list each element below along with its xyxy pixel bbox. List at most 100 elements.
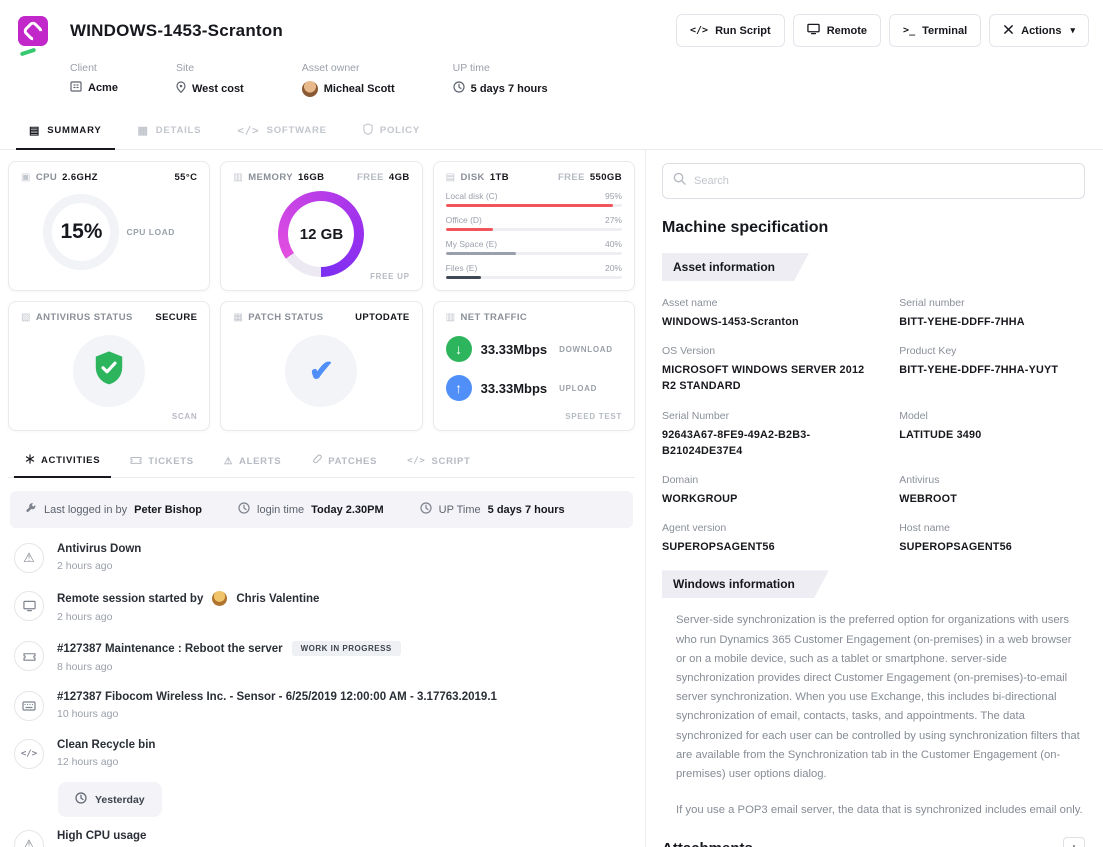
tab-patches[interactable]: PATCHES <box>300 445 388 477</box>
clock-icon <box>420 502 432 517</box>
logged-in-user: Peter Bishop <box>134 504 202 516</box>
field-value: WORKGROUP <box>662 491 881 507</box>
app-logo[interactable] <box>18 14 70 113</box>
download-row: ↓ 33.33Mbps DOWNLOAD <box>446 336 622 362</box>
upload-label: UPLOAD <box>559 384 597 393</box>
drive-row: Files (E) 20% <box>446 263 622 279</box>
windows-information-body: Server-side synchronization is the prefe… <box>662 598 1085 820</box>
terminal-label: Terminal <box>922 25 967 37</box>
spec-field: Serial Number 92643A67-8FE9-49A2-B2B3-B2… <box>662 410 881 459</box>
asset-information-header: Asset information <box>662 253 809 281</box>
code-icon: </> <box>14 739 44 769</box>
owner-avatar <box>302 81 318 97</box>
tab-summary[interactable]: ▤ SUMMARY <box>16 113 115 150</box>
activity-item[interactable]: </> Clean Recycle bin 12 hours ago <box>8 730 635 778</box>
add-attachment-button[interactable]: + <box>1063 837 1085 847</box>
field-label: Asset name <box>662 297 881 309</box>
antivirus-status: SECURE <box>155 312 197 323</box>
drive-row: Local disk (C) 95% <box>446 191 622 207</box>
field-value: WINDOWS-1453-Scranton <box>662 314 881 330</box>
activity-item[interactable]: ⚠ Antivirus Down 2 hours ago <box>8 534 635 582</box>
tab-software[interactable]: </> SOFTWARE <box>224 113 340 149</box>
tab-alerts[interactable]: ⚠ ALERTS <box>213 445 292 477</box>
shield-outline-icon <box>363 123 373 138</box>
client-value[interactable]: Acme <box>88 82 118 94</box>
yesterday-divider[interactable]: Yesterday <box>58 782 162 817</box>
patch-card: ▦ PATCH STATUS UPTODATE ✔ <box>220 301 422 431</box>
terminal-icon: >_ <box>903 25 915 36</box>
tab-details[interactable]: ▦ DETAILS <box>125 113 215 149</box>
shield-check-icon <box>93 350 125 392</box>
tab-tickets[interactable]: TICKETS <box>119 445 205 477</box>
activity-actor: Chris Valentine <box>236 593 319 605</box>
cpu-load-label: CPU LOAD <box>126 227 174 237</box>
activity-title: Antivirus Down <box>57 543 141 555</box>
field-value: MICROSOFT WINDOWS SERVER 2012 R2 STANDAR… <box>662 362 881 394</box>
memory-total: 16GB <box>298 172 324 183</box>
field-label: Serial number <box>899 297 1085 309</box>
field-label: Model <box>899 410 1085 422</box>
meta-uptime: UP time 5 days 7 hours <box>453 62 548 97</box>
remote-button[interactable]: Remote <box>793 14 881 47</box>
session-uptime: UP Time 5 days 7 hours <box>420 502 565 517</box>
ticket-icon <box>130 455 142 468</box>
tab-tickets-label: TICKETS <box>148 456 194 467</box>
free-up-button[interactable]: FREE UP <box>370 272 410 281</box>
clock-icon <box>238 502 250 517</box>
patch-status-circle: ✔ <box>285 335 357 407</box>
keyboard-icon <box>14 691 44 721</box>
activity-item[interactable]: Remote session started by Chris Valentin… <box>8 582 635 632</box>
yesterday-label: Yesterday <box>95 794 145 806</box>
tab-activities[interactable]: ACTIVITIES <box>14 445 111 478</box>
spec-field: Agent version SUPEROPSAGENT56 <box>662 522 881 555</box>
activity-item[interactable]: #127387 Maintenance : Reboot the server … <box>8 632 635 682</box>
speed-test-button[interactable]: SPEED TEST <box>565 412 622 421</box>
activity-title: Remote session started by <box>57 593 203 605</box>
actions-label: Actions <box>1021 25 1061 37</box>
search-icon <box>673 172 686 190</box>
left-column: ▣ CPU 2.6GHZ 55°C 15% CPU LOAD <box>0 150 645 847</box>
alert-triangle-icon: ⚠ <box>224 456 233 467</box>
asset-meta-row: Client Acme Site West cost Asset owner <box>70 62 1089 97</box>
tab-policy[interactable]: POLICY <box>350 113 433 149</box>
run-script-button[interactable]: </> Run Script <box>676 14 785 47</box>
scan-button[interactable]: SCAN <box>172 412 197 421</box>
clock-icon <box>75 792 87 807</box>
cpu-temperature: 55°C <box>175 172 198 183</box>
remote-label: Remote <box>827 25 867 37</box>
meta-client: Client Acme <box>70 62 118 97</box>
terminal-button[interactable]: >_ Terminal <box>889 14 981 47</box>
alert-triangle-icon: ⚠ <box>14 830 44 847</box>
cpu-card: ▣ CPU 2.6GHZ 55°C 15% CPU LOAD <box>8 161 210 291</box>
details-icon: ▦ <box>138 124 149 137</box>
activity-title: #127387 Fibocom Wireless Inc. - Sensor -… <box>57 691 497 703</box>
windows-information-header: Windows information <box>662 570 829 598</box>
tab-script[interactable]: </> SCRIPT <box>396 445 481 477</box>
metric-cards: ▣ CPU 2.6GHZ 55°C 15% CPU LOAD <box>8 161 635 431</box>
memory-card-label: MEMORY <box>248 172 293 183</box>
antivirus-status-circle <box>73 335 145 407</box>
patches-icon <box>311 454 322 468</box>
session-uptime-value: 5 days 7 hours <box>488 504 565 516</box>
activity-item[interactable]: #127387 Fibocom Wireless Inc. - Sensor -… <box>8 682 635 730</box>
spec-search[interactable] <box>662 163 1085 199</box>
field-label: Host name <box>899 522 1085 534</box>
search-input[interactable] <box>694 175 1074 187</box>
field-value: BITT-YEHE-DDFF-7HHA <box>899 314 1085 330</box>
activity-item[interactable]: ⚠ High CPU usage Yesterday, 5 AM <box>8 821 635 847</box>
summary-icon: ▤ <box>29 124 40 137</box>
actions-button[interactable]: Actions ▾ <box>989 14 1089 47</box>
drive-percent: 40% <box>605 239 622 249</box>
cpu-icon: ▣ <box>21 172 31 183</box>
field-label: Product Key <box>899 345 1085 357</box>
disk-card-label: DISK <box>461 172 485 183</box>
owner-value[interactable]: Micheal Scott <box>324 83 395 95</box>
tab-details-label: DETAILS <box>156 125 202 136</box>
site-label: Site <box>176 62 244 74</box>
download-speed: 33.33Mbps <box>481 342 547 357</box>
login-time-value: Today 2.30PM <box>311 504 384 516</box>
antivirus-card: ▧ ANTIVIRUS STATUS SECURE SCAN <box>8 301 210 431</box>
site-value[interactable]: West cost <box>192 83 244 95</box>
cpu-load-value: 15% <box>60 220 102 244</box>
spec-field: Asset name WINDOWS-1453-Scranton <box>662 297 881 330</box>
